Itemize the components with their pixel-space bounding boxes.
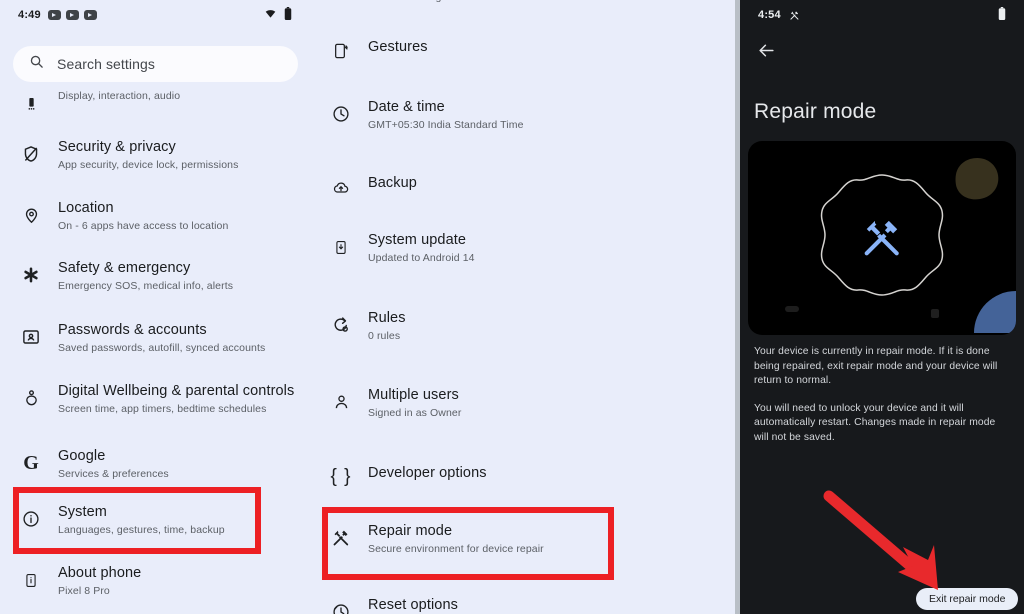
settings-item-date-time[interactable]: Date & time GMT+05:30 India Standard Tim… [310,98,735,133]
back-arrow-icon[interactable] [752,36,780,64]
sidebar-item-about-phone[interactable]: About phone Pixel 8 Pro [0,564,310,599]
sidebar-item-location-sub: On - 6 apps have access to location [58,220,229,232]
settings-item-backup-title: Backup [368,175,417,191]
settings-item-multiple-users-title: Multiple users [368,387,459,403]
repair-mode-description: Your device is currently in repair mode.… [754,345,1012,446]
settings-item-reset-options[interactable]: Reset options [310,596,735,614]
settings-item-backup[interactable]: Backup [310,174,735,200]
settings-item-system-update[interactable]: System update Updated to Android 14 [310,231,735,266]
passwords-icon [18,324,44,350]
clock-icon [328,101,354,127]
sidebar-item-passwords-accounts-title: Passwords & accounts [58,322,207,338]
screenshot-canvas: 4:49 Search settings Display, interactio… [0,0,1024,614]
settings-item-repair-mode-sub: Secure environment for device repair [368,543,544,555]
sidebar-item-accessibility[interactable]: Display, interaction, audio [0,88,310,117]
location-pin-icon [18,202,44,228]
settings-item-repair-mode-title: Repair mode [368,523,453,539]
battery-icon [998,7,1006,23]
settings-item-reset-options-title: Reset options [368,597,458,613]
sidebar-item-system-title: System [58,504,107,520]
battery-icon [284,7,292,23]
cloud-upload-icon [328,174,354,200]
description-paragraph-2: You will need to unlock your device and … [754,402,996,443]
sidebar-item-security-privacy-title: Security & privacy [58,139,176,155]
sidebar-item-safety-emergency-sub: Emergency SOS, medical info, alerts [58,280,234,292]
system-update-icon [328,234,354,260]
sidebar-item-passwords-accounts[interactable]: Passwords & accounts Saved passwords, au… [0,321,310,356]
status-clock: 4:49 [18,9,41,21]
google-g-icon: G [23,451,39,474]
settings-item-rules-title: Rules [368,310,406,326]
settings-item-gestures-title: Gestures [368,39,428,55]
status-clock: 4:54 [758,9,781,21]
braces-icon: { } [330,466,352,487]
sidebar-item-digital-wellbeing[interactable]: Digital Wellbeing & parental controls Sc… [0,382,310,417]
app-icon [47,10,61,20]
settings-item-date-time-sub: GMT+05:30 India Standard Time [368,119,524,131]
sidebar-item-safety-emergency[interactable]: Safety & emergency Emergency SOS, medica… [0,259,310,294]
description-paragraph-1: Your device is currently in repair mode.… [754,346,998,387]
accessibility-icon [18,91,44,117]
person-icon [328,389,354,415]
sidebar-item-passwords-accounts-sub: Saved passwords, autofill, synced accoun… [58,342,266,354]
history-icon [328,599,354,614]
settings-item-system-update-title: System update [368,232,467,248]
settings-item-multiple-users-sub: Signed in as Owner [368,407,462,419]
settings-item-developer-options[interactable]: { } Developer options [310,464,735,490]
status-system-icons [264,7,292,23]
wifi-icon [264,8,277,22]
info-circle-icon [18,506,44,532]
search-input[interactable]: Search settings [13,46,298,82]
sidebar-item-location[interactable]: Location On - 6 apps have access to loca… [0,199,310,234]
status-system-icons [998,7,1006,23]
gestures-icon [328,38,354,64]
search-icon [29,54,44,74]
rules-icon [328,312,354,338]
wellbeing-icon [18,385,44,411]
settings-item-date-time-title: Date & time [368,99,445,115]
settings-item-gestures[interactable]: Gestures [310,38,735,64]
sidebar-item-google[interactable]: G Google Services & preferences [0,447,310,482]
left-status-bar: 4:49 [0,0,310,30]
settings-item-multiple-users[interactable]: Multiple users Signed in as Owner [310,386,735,421]
sidebar-item-digital-wellbeing-sub: Screen time, app timers, bedtime schedul… [58,403,267,415]
sidebar-item-about-phone-title: About phone [58,565,142,581]
sidebar-item-location-title: Location [58,200,114,216]
settings-item-developer-options-title: Developer options [368,465,487,481]
phone-info-icon [18,567,44,593]
sidebar-item-system[interactable]: System Languages, gestures, time, backup [0,503,310,538]
sidebar-item-about-phone-sub: Pixel 8 Pro [58,585,110,597]
sidebar-item-google-title: Google [58,448,106,464]
status-notification-icons [47,10,97,20]
app-icon [65,10,79,20]
sidebar-item-digital-wellbeing-title: Digital Wellbeing & parental controls [58,383,295,399]
hammer-screwdriver-icon [328,525,354,551]
left-phone-pane: 4:49 Search settings Display, interactio… [0,0,310,614]
app-icon [83,10,97,20]
exit-repair-mode-button[interactable]: Exit repair mode [916,588,1019,610]
sidebar-item-security-privacy[interactable]: Security & privacy App security, device … [0,138,310,173]
sidebar-item-system-sub: Languages, gestures, time, backup [58,524,225,536]
settings-item-rules-sub: 0 rules [368,330,401,342]
middle-phone-pane: Gesture navigation Gestures Date & time … [310,0,735,614]
right-status-bar: 4:54 [740,0,1024,30]
cut-off-gesture-navigation-label: Gesture navigation [376,0,464,3]
asterisk-icon [18,262,44,288]
settings-item-rules[interactable]: Rules 0 rules [310,309,735,344]
sidebar-item-security-privacy-sub: App security, device lock, permissions [58,159,239,171]
hammer-screwdriver-icon [789,10,800,21]
repair-mode-illustration [748,141,1016,335]
right-phone-pane: 4:54 Repair mode Your device is currentl… [740,0,1024,614]
page-title: Repair mode [754,100,877,123]
sidebar-item-safety-emergency-title: Safety & emergency [58,260,191,276]
shield-icon [18,141,44,167]
sidebar-item-google-sub: Services & preferences [58,468,169,480]
settings-item-repair-mode[interactable]: Repair mode Secure environment for devic… [310,522,735,557]
settings-item-system-update-sub: Updated to Android 14 [368,252,475,264]
search-placeholder: Search settings [57,56,155,72]
sidebar-item-accessibility-sub: Display, interaction, audio [58,90,181,102]
